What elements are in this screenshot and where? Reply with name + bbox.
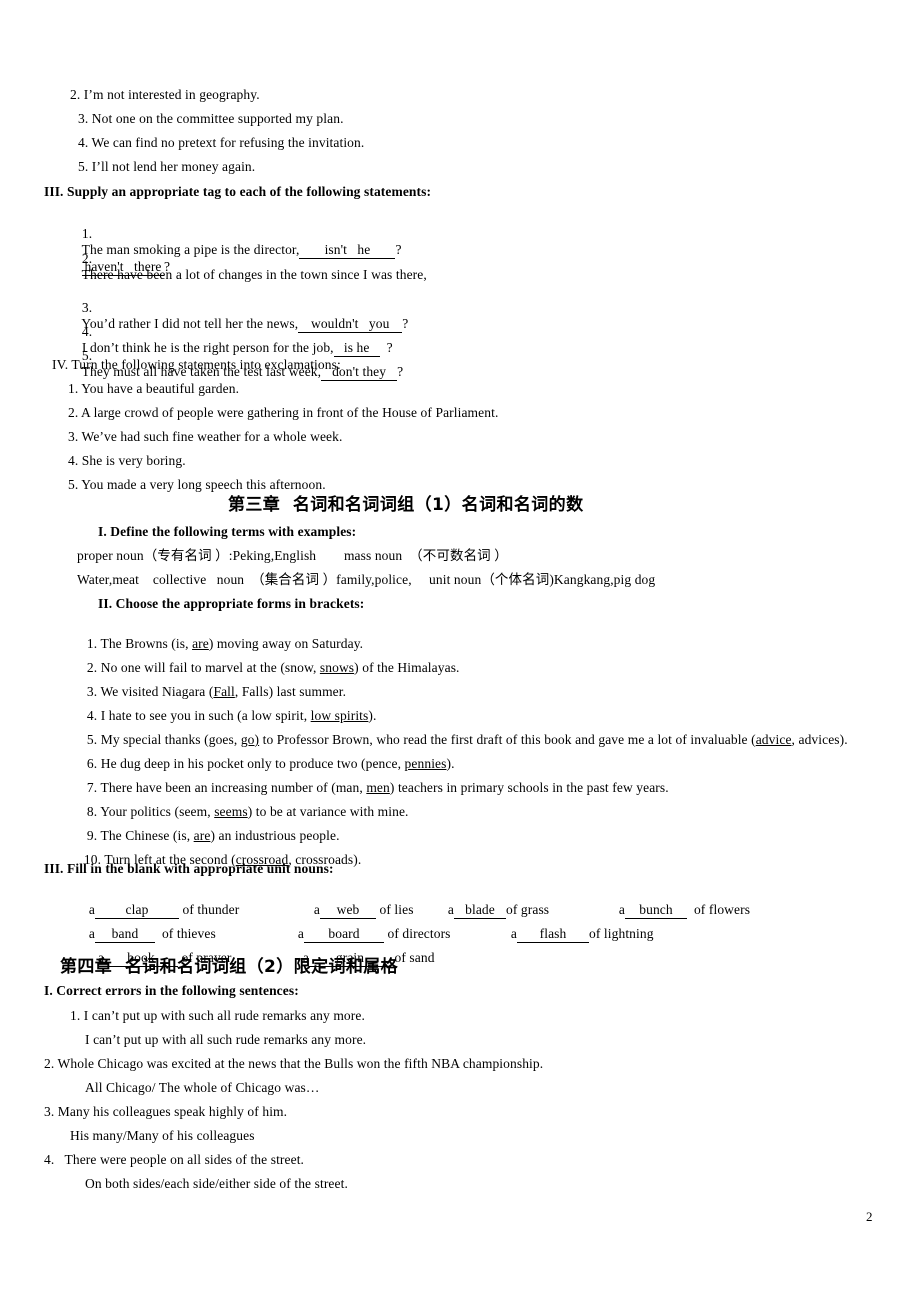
- chapter-three-title: 第三章 名词和名词词组（1）名词和名词的数: [228, 495, 584, 515]
- section-heading-define-terms: I. Define the following terms with examp…: [98, 524, 357, 539]
- list-item: 2. Whole Chicago was excited at the news…: [44, 1056, 544, 1071]
- list-item: 2. I’m not interested in geography.: [70, 87, 260, 102]
- unit-noun-tail: of flowers: [693, 902, 751, 917]
- section-heading-exclamations: IV. Turn the following statements into e…: [52, 357, 341, 372]
- item-tail: ?: [164, 259, 171, 274]
- list-item: 4. She is very boring.: [68, 453, 186, 468]
- list-item: 3. Not one on the committee supported my…: [78, 111, 344, 126]
- item-tail: ?: [397, 364, 404, 379]
- list-item: 4. There were people on all sides of the…: [44, 1152, 305, 1167]
- list-item: 5. I’ll not lend her money again.: [78, 159, 256, 174]
- table-row: a flash of lightning: [497, 910, 654, 959]
- unit-noun-tail: of lightning: [589, 926, 654, 941]
- item-tail: ?: [402, 316, 409, 331]
- answer-line: haven't there?: [82, 259, 170, 276]
- item-post-2: , advices).: [791, 732, 848, 747]
- unit-noun-tail: of sand: [394, 950, 435, 965]
- list-item: 1. I can’t put up with such all rude rem…: [70, 1008, 365, 1023]
- unit-noun-blank[interactable]: flash: [517, 926, 589, 943]
- list-item: 5. You made a very long speech this afte…: [68, 477, 326, 492]
- item-post: ) of the Himalayas.: [354, 660, 460, 675]
- answer-line: On both sides/each side/either side of t…: [85, 1176, 348, 1191]
- definition-line-1: proper noun（专有名词 ）:Peking,English mass n…: [77, 548, 508, 563]
- section-heading-tag-questions: III. Supply an appropriate tag to each o…: [44, 184, 432, 199]
- chapter-four-title: 第四章 名词和名词词组（2）限定词和属格: [60, 957, 399, 977]
- section-heading-correct-errors: I. Correct errors in the following sente…: [44, 983, 299, 998]
- list-item: 2. A large crowd of people were gatherin…: [68, 405, 499, 420]
- answer-line: All Chicago/ The whole of Chicago was…: [85, 1080, 320, 1095]
- item-answer-2[interactable]: advice: [756, 732, 792, 747]
- document-page: 2. I’m not interested in geography. 3. N…: [0, 0, 920, 1302]
- list-item: 3. Many his colleagues speak highly of h…: [44, 1104, 288, 1119]
- definition-line-2: Water,meat collective noun （集合名词 ）family…: [77, 572, 656, 587]
- answer-line: His many/Many of his colleagues: [70, 1128, 255, 1143]
- section-heading-choose-forms: II. Choose the appropriate forms in brac…: [98, 596, 365, 611]
- item-post: ) teachers in primary schools in the pas…: [389, 780, 669, 795]
- section-heading-unit-nouns: III. Fill in the blank with appropriate …: [44, 861, 334, 876]
- list-item: 3. We’ve had such fine weather for a who…: [68, 429, 343, 444]
- answer-blank[interactable]: haven't there: [82, 259, 164, 276]
- page-number: 2: [866, 1209, 873, 1224]
- answer-line: I can’t put up with all such rude remark…: [85, 1032, 367, 1047]
- list-item: 4. We can find no pretext for refusing t…: [78, 135, 365, 150]
- list-item: 1. You have a beautiful garden.: [68, 381, 240, 396]
